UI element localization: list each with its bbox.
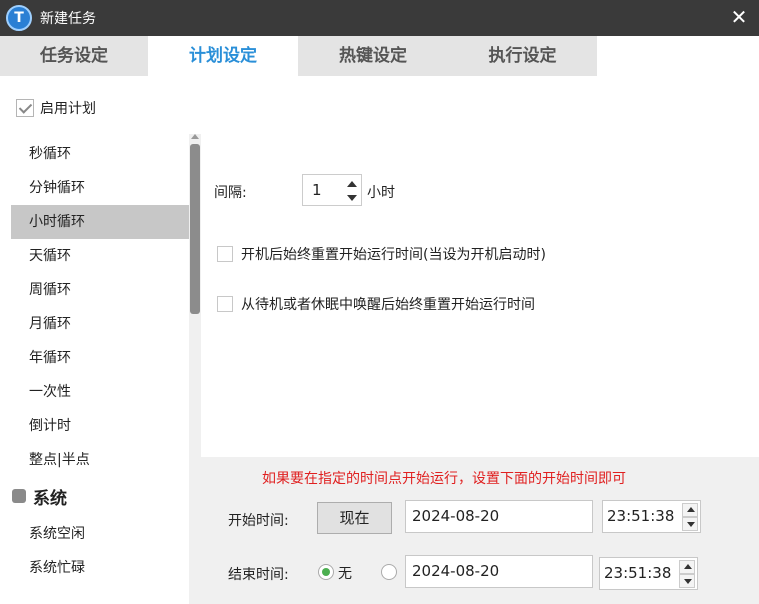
group-label: 系统 (33, 488, 67, 509)
tab-bar-filler (597, 36, 759, 76)
tab-bar: 任务设定 计划设定 热键设定 执行设定 (0, 36, 759, 76)
list-item-seconds[interactable]: 秒循环 (11, 137, 189, 171)
enable-plan-row[interactable]: 启用计划 (16, 96, 96, 120)
collapse-icon (12, 489, 26, 503)
spin-up-icon[interactable] (347, 181, 357, 187)
reset-on-wake-option[interactable]: 从待机或者休眠中唤醒后始终重置开始运行时间 (217, 294, 535, 314)
list-item-system-idle[interactable]: 系统空闲 (11, 517, 189, 551)
list-item-minutes[interactable]: 分钟循环 (11, 171, 189, 205)
start-time-up-icon[interactable] (682, 503, 698, 517)
end-time-value[interactable]: 23:51:38 (604, 564, 671, 582)
window-title: 新建任务 (40, 11, 96, 27)
end-date-input[interactable]: 2024-08-20 (405, 555, 593, 588)
end-time-up-icon[interactable] (679, 560, 695, 574)
end-date-radio[interactable] (381, 564, 397, 580)
title-bar: 新建任务 ✕ (0, 0, 759, 36)
reset-on-boot-option[interactable]: 开机后始终重置开始运行时间(当设为开机启动时) (217, 244, 546, 264)
end-none-label: 无 (338, 566, 352, 582)
group-header-system[interactable]: 系统 (11, 479, 189, 513)
tab-hotkey-settings[interactable]: 热键设定 (298, 36, 448, 76)
tab-plan-settings[interactable]: 计划设定 (148, 36, 298, 76)
list-item-hour-half[interactable]: 整点|半点 (11, 443, 189, 477)
tab-task-settings[interactable]: 任务设定 (0, 36, 148, 76)
tab-execute-settings[interactable]: 执行设定 (448, 36, 597, 76)
list-scrollbar[interactable] (189, 134, 201, 604)
interval-value[interactable]: 1 (312, 181, 322, 199)
app-logo-icon (6, 5, 32, 31)
start-time-down-icon[interactable] (682, 517, 698, 531)
time-range-panel: 如果要在指定的时间点开始运行，设置下面的开始时间即可 开始时间: 现在 2024… (201, 457, 759, 604)
start-time-hint: 如果要在指定的时间点开始运行，设置下面的开始时间即可 (262, 471, 626, 487)
list-item-months[interactable]: 月循环 (11, 307, 189, 341)
list-item-hours[interactable]: 小时循环 (11, 205, 189, 239)
interval-stepper[interactable]: 1 (302, 174, 362, 206)
start-date-input[interactable]: 2024-08-20 (405, 500, 593, 533)
list-item-years[interactable]: 年循环 (11, 341, 189, 375)
reset-on-wake-label: 从待机或者休眠中唤醒后始终重置开始运行时间 (241, 297, 535, 313)
reset-on-boot-checkbox[interactable] (217, 246, 233, 262)
end-time-down-icon[interactable] (679, 574, 695, 588)
start-time-label: 开始时间: (228, 513, 289, 529)
enable-plan-checkbox[interactable] (16, 99, 34, 117)
interval-label: 间隔: (214, 185, 247, 201)
list-item-once[interactable]: 一次性 (11, 375, 189, 409)
close-icon[interactable]: ✕ (727, 4, 751, 30)
list-item-system-busy[interactable]: 系统忙碌 (11, 551, 189, 585)
end-none-radio[interactable] (318, 564, 334, 580)
start-time-value[interactable]: 23:51:38 (607, 507, 674, 525)
scroll-thumb[interactable] (190, 144, 200, 314)
reset-on-boot-label: 开机后始终重置开始运行时间(当设为开机启动时) (241, 247, 546, 263)
interval-unit: 小时 (367, 185, 395, 201)
schedule-type-list: 秒循环 分钟循环 小时循环 天循环 周循环 月循环 年循环 一次性 倒计时 整点… (11, 134, 201, 604)
enable-plan-label: 启用计划 (40, 101, 96, 117)
list-item-days[interactable]: 天循环 (11, 239, 189, 273)
list-item-countdown[interactable]: 倒计时 (11, 409, 189, 443)
spin-down-icon[interactable] (347, 195, 357, 201)
scroll-up-arrow-icon[interactable] (191, 134, 199, 139)
end-time-label: 结束时间: (228, 567, 289, 583)
end-time-input[interactable]: 23:51:38 (599, 557, 698, 590)
reset-on-wake-checkbox[interactable] (217, 296, 233, 312)
start-time-input[interactable]: 23:51:38 (602, 500, 701, 533)
now-button[interactable]: 现在 (317, 502, 392, 534)
list-item-weeks[interactable]: 周循环 (11, 273, 189, 307)
